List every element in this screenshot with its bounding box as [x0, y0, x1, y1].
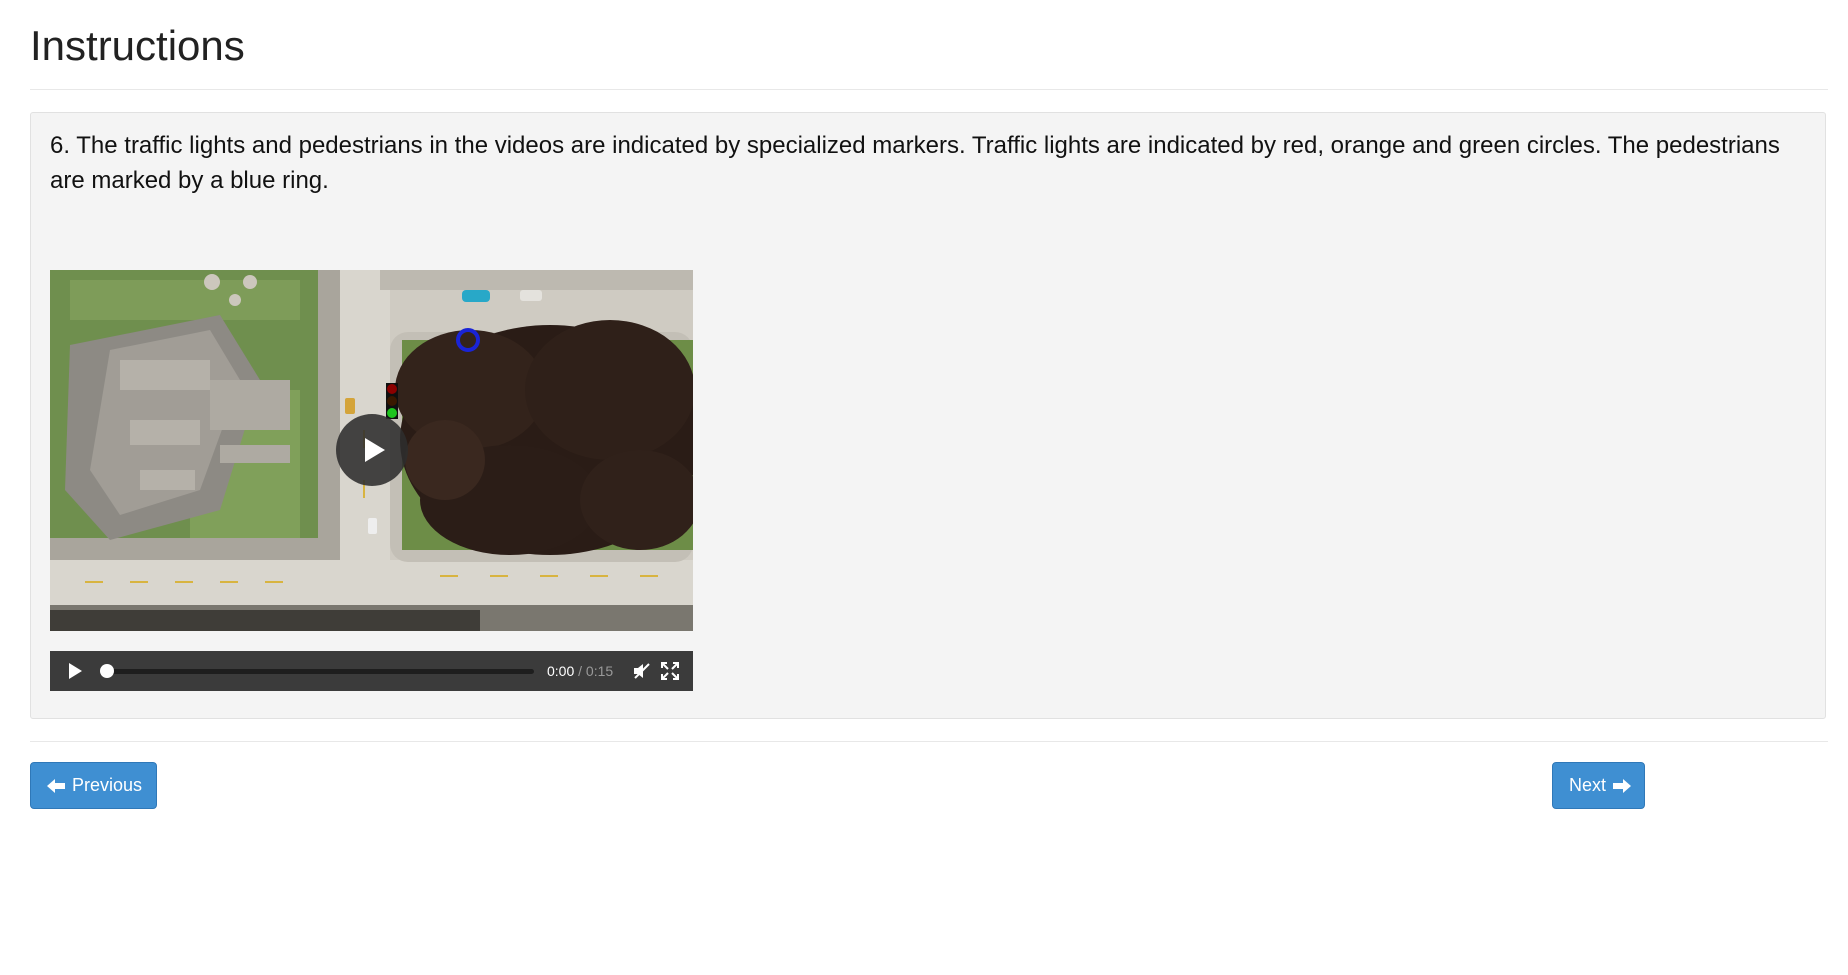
page-title: Instructions	[30, 22, 245, 69]
next-button-label: Next	[1569, 775, 1607, 795]
time-display: 0:00 / 0:15	[547, 662, 613, 680]
time-separator: /	[574, 663, 586, 679]
arrow-left-icon	[47, 778, 65, 793]
seek-handle[interactable]	[100, 664, 114, 678]
footer-divider	[30, 741, 1828, 742]
instructions-page: Instructions 6. The traffic lights and p…	[0, 0, 1848, 975]
instruction-panel: 6. The traffic lights and pedestrians in…	[30, 112, 1826, 719]
video-player[interactable]	[50, 270, 693, 631]
big-play-button[interactable]	[336, 414, 408, 486]
seek-bar[interactable]	[102, 669, 534, 674]
arrow-right-icon	[1613, 778, 1632, 793]
previous-button[interactable]: Previous	[30, 762, 157, 809]
next-button[interactable]: Next	[1552, 762, 1645, 809]
fullscreen-icon[interactable]	[660, 661, 680, 681]
instruction-text: 6. The traffic lights and pedestrians in…	[50, 132, 1780, 194]
previous-button-label: Previous	[72, 775, 143, 795]
duration: 0:15	[585, 663, 614, 679]
play-icon[interactable]	[66, 662, 84, 680]
muted-speaker-icon[interactable]	[632, 661, 652, 681]
video-controls: 0:00 / 0:15	[50, 651, 693, 691]
title-divider	[30, 89, 1828, 90]
current-time: 0:00	[547, 663, 575, 679]
